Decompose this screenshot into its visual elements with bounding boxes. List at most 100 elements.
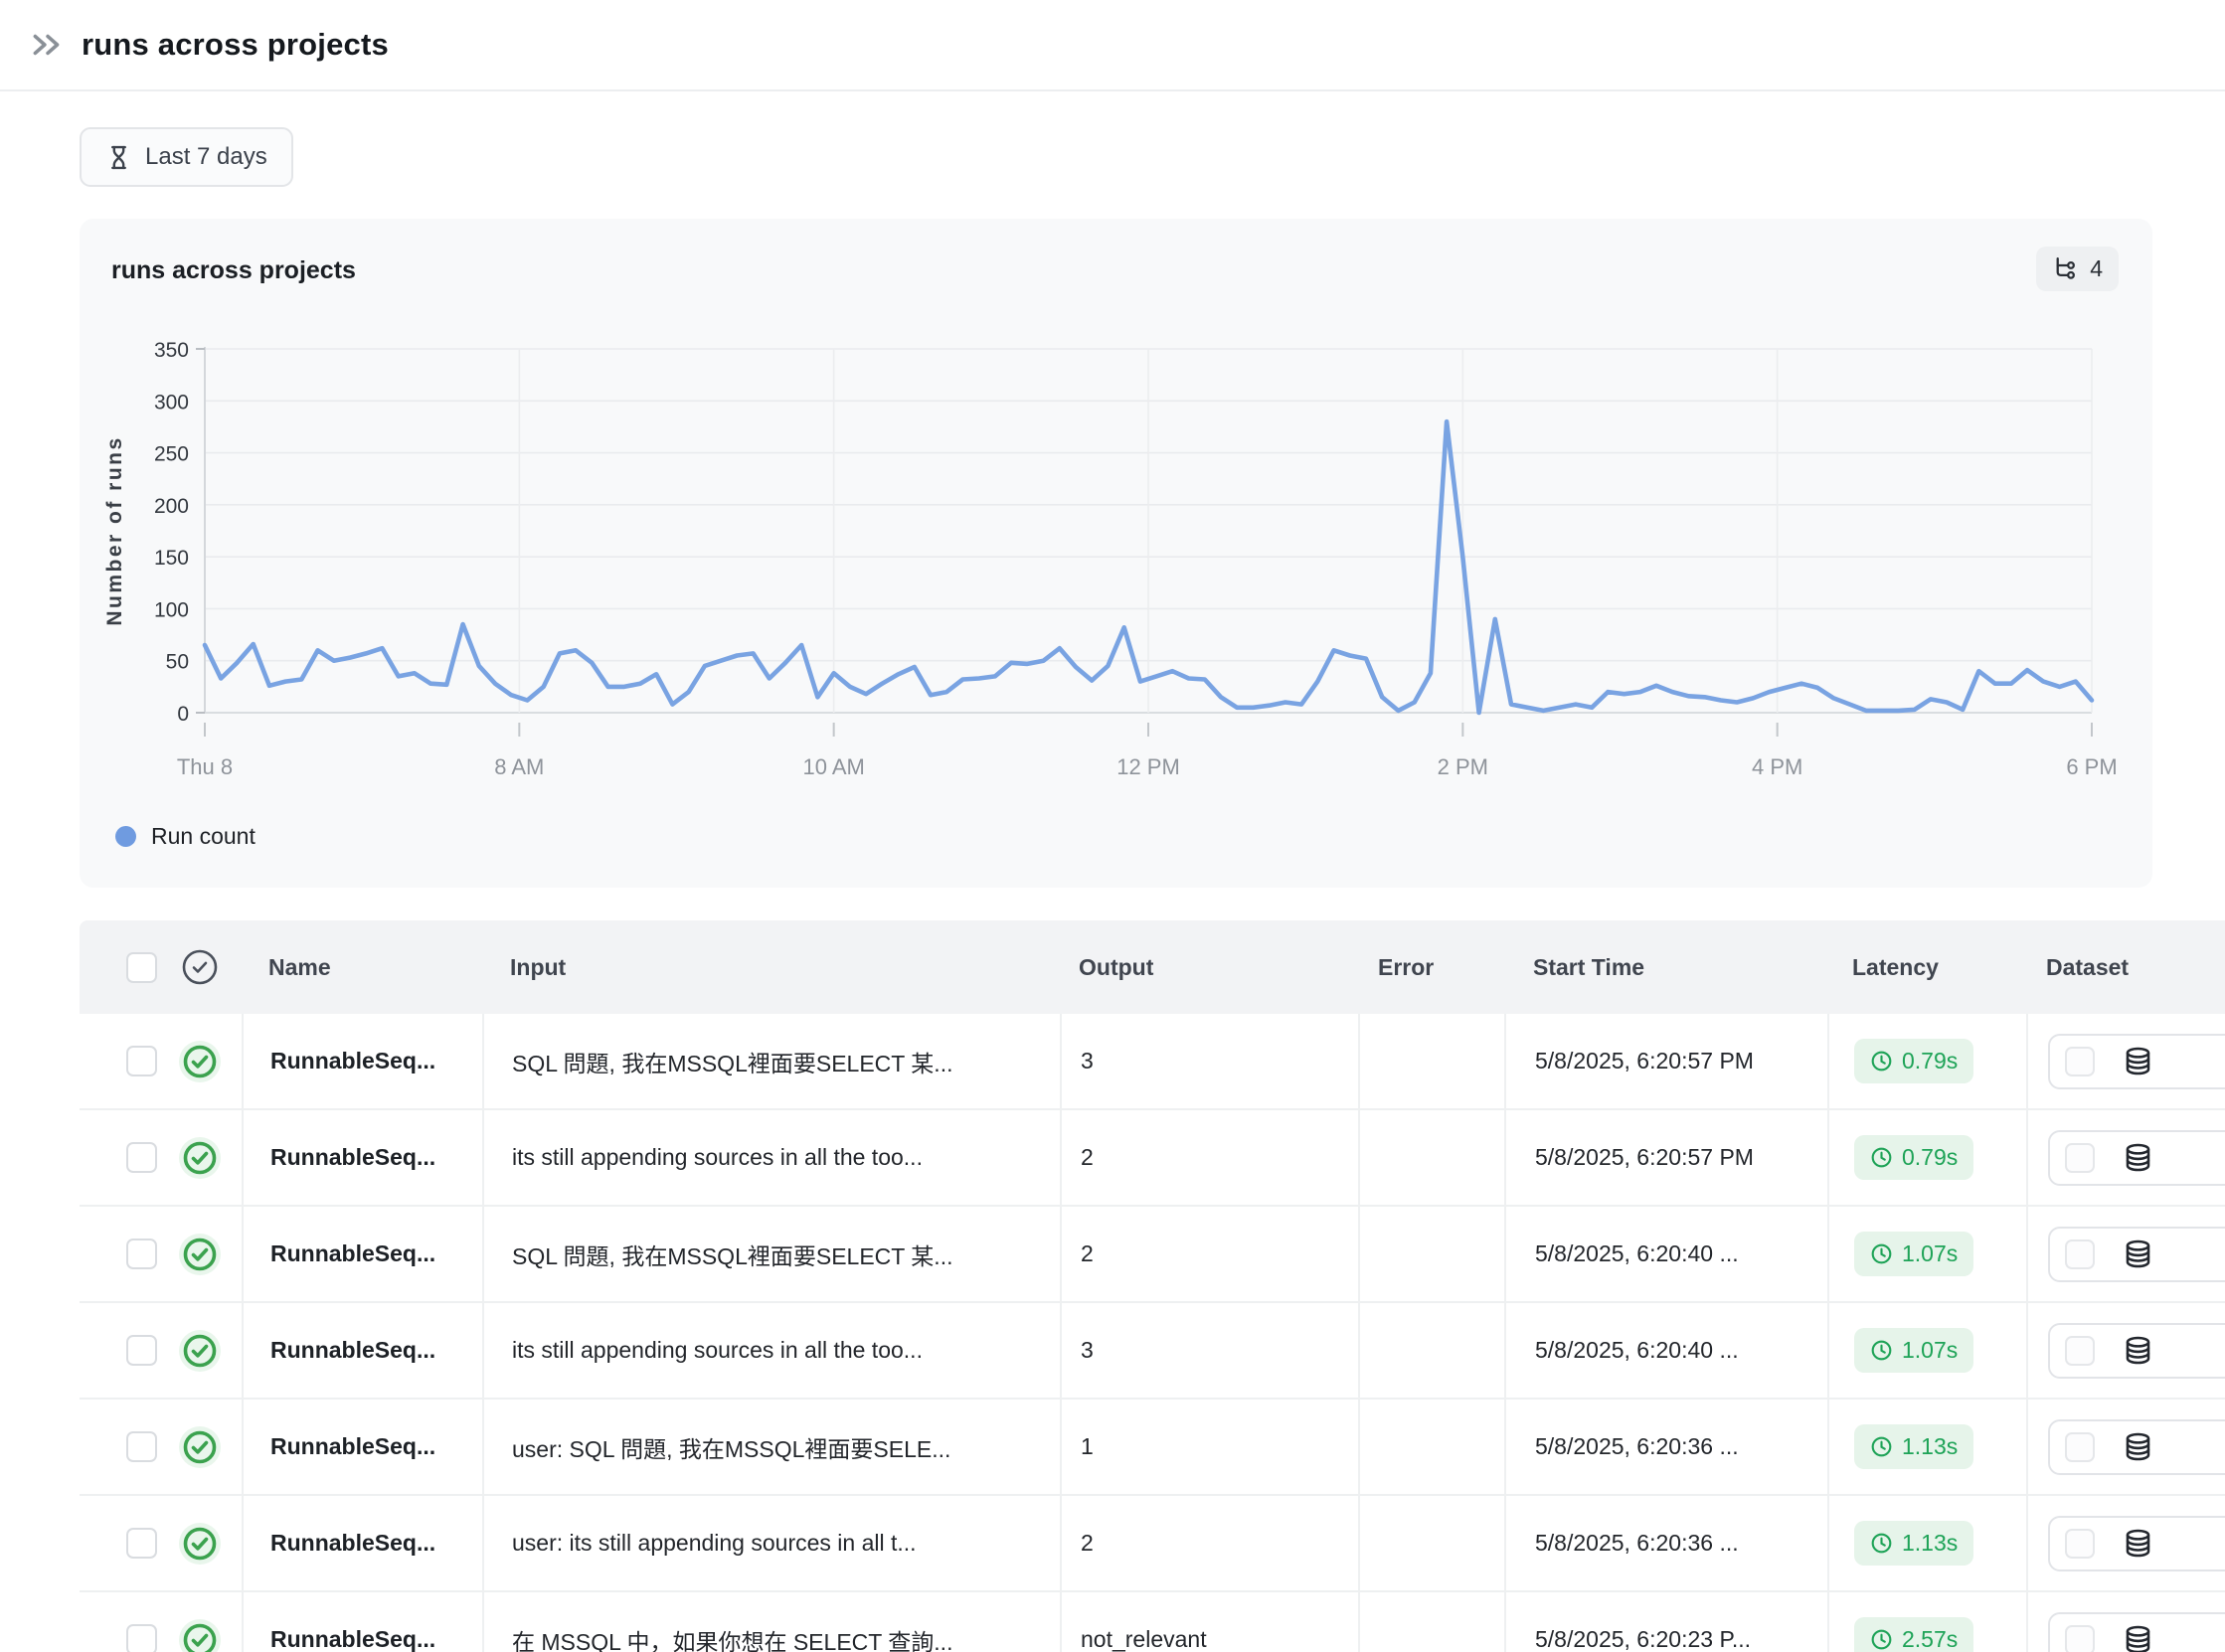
col-header-input[interactable]: Input bbox=[482, 954, 1060, 981]
run-error bbox=[1358, 1400, 1504, 1494]
dataset-control[interactable] bbox=[2048, 1516, 2225, 1571]
dataset-checkbox[interactable] bbox=[2065, 1239, 2095, 1269]
svg-text:12 PM: 12 PM bbox=[1116, 754, 1180, 779]
dataset-checkbox[interactable] bbox=[2065, 1143, 2095, 1173]
run-output: 3 bbox=[1060, 1303, 1358, 1398]
legend-label: Run count bbox=[151, 823, 256, 850]
dataset-checkbox[interactable] bbox=[2065, 1625, 2095, 1652]
run-output: 1 bbox=[1060, 1400, 1358, 1494]
runs-chart-card: runs across projects 4 05010015020025030… bbox=[80, 219, 2152, 888]
dataset-control[interactable] bbox=[2048, 1034, 2225, 1089]
run-error bbox=[1358, 1110, 1504, 1205]
svg-text:Number of runs: Number of runs bbox=[103, 435, 126, 625]
svg-text:2 PM: 2 PM bbox=[1438, 754, 1488, 779]
latency-badge: 0.79s bbox=[1854, 1039, 1973, 1083]
run-name[interactable]: RunnableSeq... bbox=[242, 1303, 482, 1398]
col-header-latency[interactable]: Latency bbox=[1827, 954, 2026, 981]
run-start-time: 5/8/2025, 6:20:40 ... bbox=[1504, 1303, 1827, 1398]
run-start-time: 5/8/2025, 6:20:57 PM bbox=[1504, 1110, 1827, 1205]
run-start-time: 5/8/2025, 6:20:40 ... bbox=[1504, 1207, 1827, 1301]
svg-text:4 PM: 4 PM bbox=[1752, 754, 1802, 779]
col-header-start-time[interactable]: Start Time bbox=[1504, 954, 1827, 981]
latency-badge: 2.57s bbox=[1854, 1617, 1973, 1652]
svg-text:100: 100 bbox=[154, 598, 189, 621]
run-name[interactable]: RunnableSeq... bbox=[242, 1014, 482, 1108]
row-checkbox[interactable] bbox=[126, 1335, 157, 1366]
svg-text:8 AM: 8 AM bbox=[494, 754, 544, 779]
run-input: user: SQL 問題, 我在MSSQL裡面要SELE... bbox=[482, 1400, 1060, 1494]
run-start-time: 5/8/2025, 6:20:36 ... bbox=[1504, 1496, 1827, 1590]
run-input: user: its still appending sources in all… bbox=[482, 1496, 1060, 1590]
dataset-control[interactable] bbox=[2048, 1419, 2225, 1475]
clock-icon bbox=[1870, 1628, 1893, 1651]
svg-text:6 PM: 6 PM bbox=[2066, 754, 2117, 779]
run-start-time: 5/8/2025, 6:20:23 P... bbox=[1504, 1592, 1827, 1652]
run-error bbox=[1358, 1014, 1504, 1108]
time-range-label: Last 7 days bbox=[145, 143, 267, 171]
svg-text:350: 350 bbox=[154, 339, 189, 362]
database-icon bbox=[2123, 1528, 2153, 1559]
col-header-name[interactable]: Name bbox=[242, 954, 482, 981]
database-icon bbox=[2123, 1046, 2153, 1076]
status-column-icon[interactable] bbox=[157, 947, 242, 987]
dataset-control[interactable] bbox=[2048, 1227, 2225, 1282]
status-success-icon bbox=[178, 1425, 222, 1469]
table-body: RunnableSeq...SQL 問題, 我在MSSQL裡面要SELECT 某… bbox=[80, 1014, 2225, 1652]
latency-badge: 0.79s bbox=[1854, 1135, 1973, 1180]
run-error bbox=[1358, 1592, 1504, 1652]
row-checkbox[interactable] bbox=[126, 1431, 157, 1462]
latency-badge: 1.13s bbox=[1854, 1424, 1973, 1469]
run-error bbox=[1358, 1207, 1504, 1301]
database-icon bbox=[2123, 1239, 2153, 1269]
run-output: not_relevant bbox=[1060, 1592, 1358, 1652]
runs-line-chart[interactable]: 050100150200250300350Thu 88 AM10 AM12 PM… bbox=[80, 258, 2152, 855]
clock-icon bbox=[1870, 1339, 1893, 1362]
row-checkbox[interactable] bbox=[126, 1528, 157, 1559]
clock-icon bbox=[1870, 1532, 1893, 1555]
run-name[interactable]: RunnableSeq... bbox=[242, 1496, 482, 1590]
table-row[interactable]: RunnableSeq...its still appending source… bbox=[80, 1303, 2225, 1400]
run-input: SQL 問題, 我在MSSQL裡面要SELECT 某... bbox=[482, 1014, 1060, 1108]
clock-icon bbox=[1870, 1050, 1893, 1073]
table-row[interactable]: RunnableSeq...its still appending source… bbox=[80, 1110, 2225, 1207]
clock-icon bbox=[1870, 1435, 1893, 1458]
run-name[interactable]: RunnableSeq... bbox=[242, 1110, 482, 1205]
page-title: runs across projects bbox=[82, 27, 389, 63]
database-icon bbox=[2123, 1431, 2153, 1462]
run-name[interactable]: RunnableSeq... bbox=[242, 1207, 482, 1301]
run-start-time: 5/8/2025, 6:20:57 PM bbox=[1504, 1014, 1827, 1108]
table-row[interactable]: RunnableSeq...在 MSSQL 中，如果你想在 SELECT 查詢.… bbox=[80, 1592, 2225, 1652]
status-success-icon bbox=[178, 1522, 222, 1566]
dataset-control[interactable] bbox=[2048, 1323, 2225, 1379]
col-header-output[interactable]: Output bbox=[1060, 954, 1358, 981]
col-header-error[interactable]: Error bbox=[1358, 954, 1504, 981]
run-input: SQL 問題, 我在MSSQL裡面要SELECT 某... bbox=[482, 1207, 1060, 1301]
dataset-checkbox[interactable] bbox=[2065, 1047, 2095, 1076]
table-row[interactable]: RunnableSeq...user: its still appending … bbox=[80, 1496, 2225, 1592]
row-checkbox[interactable] bbox=[126, 1624, 157, 1652]
row-checkbox[interactable] bbox=[126, 1142, 157, 1173]
row-checkbox[interactable] bbox=[126, 1239, 157, 1269]
collapse-sidebar-icon[interactable] bbox=[28, 26, 66, 64]
table-row[interactable]: RunnableSeq...SQL 問題, 我在MSSQL裡面要SELECT 某… bbox=[80, 1014, 2225, 1110]
svg-text:10 AM: 10 AM bbox=[802, 754, 864, 779]
hourglass-icon bbox=[105, 144, 132, 171]
run-name[interactable]: RunnableSeq... bbox=[242, 1592, 482, 1652]
time-range-button[interactable]: Last 7 days bbox=[80, 127, 293, 187]
status-success-icon bbox=[178, 1618, 222, 1652]
table-row[interactable]: RunnableSeq...user: SQL 問題, 我在MSSQL裡面要SE… bbox=[80, 1400, 2225, 1496]
run-name[interactable]: RunnableSeq... bbox=[242, 1400, 482, 1494]
dataset-checkbox[interactable] bbox=[2065, 1432, 2095, 1462]
chart-legend: Run count bbox=[115, 823, 256, 850]
dataset-control[interactable] bbox=[2048, 1612, 2225, 1652]
select-all-checkbox[interactable] bbox=[126, 952, 157, 983]
table-header-row: Name Input Output Error Start Time Laten… bbox=[80, 920, 2225, 1014]
dataset-checkbox[interactable] bbox=[2065, 1529, 2095, 1559]
run-input: its still appending sources in all the t… bbox=[482, 1303, 1060, 1398]
dataset-checkbox[interactable] bbox=[2065, 1336, 2095, 1366]
row-checkbox[interactable] bbox=[126, 1046, 157, 1076]
run-output: 3 bbox=[1060, 1014, 1358, 1108]
dataset-control[interactable] bbox=[2048, 1130, 2225, 1186]
col-header-dataset[interactable]: Dataset bbox=[2026, 954, 2225, 981]
table-row[interactable]: RunnableSeq...SQL 問題, 我在MSSQL裡面要SELECT 某… bbox=[80, 1207, 2225, 1303]
